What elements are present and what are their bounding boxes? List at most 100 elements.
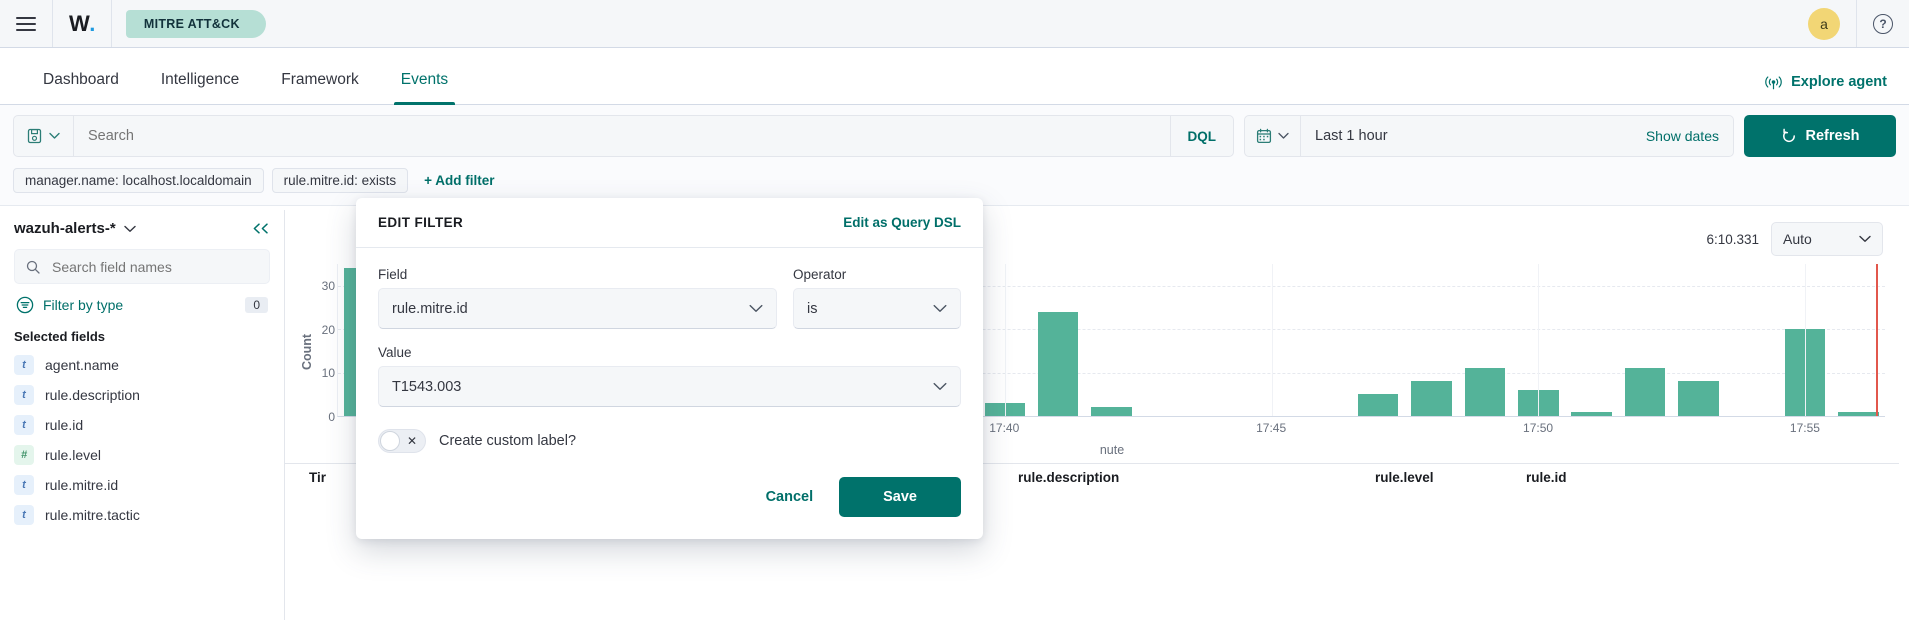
date-range-value[interactable]: Last 1 hour <box>1301 128 1632 144</box>
filter-type-count-badge: 0 <box>245 297 268 313</box>
filter-by-type-button[interactable]: Filter by type 0 <box>14 290 270 320</box>
field-sidebar: wazuh-alerts-* Search field names Filter… <box>0 206 284 620</box>
broadcast-icon <box>1765 75 1782 90</box>
search-input[interactable] <box>74 116 1170 156</box>
help-button[interactable]: ? <box>1857 0 1909 47</box>
saved-query-button[interactable] <box>14 116 74 156</box>
collapse-panel-icon[interactable] <box>251 222 270 235</box>
vertical-grid-line <box>1538 264 1540 416</box>
sidebar-field-rule-id[interactable]: t rule.id <box>14 410 270 440</box>
column-header-rule-id[interactable]: rule.id <box>1526 470 1567 485</box>
index-pattern-header: wazuh-alerts-* <box>14 220 270 237</box>
chart-bar[interactable] <box>1678 381 1719 416</box>
interval-value: Auto <box>1783 231 1812 247</box>
calendar-icon <box>1256 128 1272 144</box>
filter-pill-manager-name[interactable]: manager.name: localhost.localdomain <box>13 168 264 193</box>
field-type-string-icon: t <box>14 475 34 495</box>
save-button[interactable]: Save <box>839 477 961 517</box>
sidebar-field-rule-level[interactable]: # rule.level <box>14 440 270 470</box>
value-select[interactable]: T1543.003 <box>378 366 961 407</box>
show-dates-button[interactable]: Show dates <box>1632 128 1733 144</box>
query-bar: DQL Last 1 hour Show dates <box>0 105 1909 157</box>
field-name: rule.mitre.tactic <box>45 507 140 523</box>
tab-dashboard[interactable]: Dashboard <box>22 71 140 104</box>
tab-framework[interactable]: Framework <box>260 71 380 104</box>
filter-pill-rule-mitre-id[interactable]: rule.mitre.id: exists <box>271 168 409 193</box>
vertical-grid-line <box>1271 264 1273 416</box>
explore-agent-button[interactable]: Explore agent <box>1765 74 1887 104</box>
field-label: Field <box>378 267 408 282</box>
field-search-input[interactable] <box>50 257 258 276</box>
y-axis-tick: 10 <box>321 366 335 381</box>
tab-events[interactable]: Events <box>380 71 469 105</box>
field-type-string-icon: t <box>14 385 34 405</box>
chevron-down-icon <box>1278 132 1289 140</box>
sidebar-field-agent-name[interactable]: t agent.name <box>14 350 270 380</box>
field-name: rule.description <box>45 387 140 403</box>
x-axis-tick: 17:45 <box>1256 421 1287 435</box>
y-axis-tick: 0 <box>328 410 335 424</box>
field-search-box[interactable] <box>14 249 270 284</box>
top-bar-right-group: a ? <box>1792 0 1909 47</box>
add-filter-button[interactable]: + Add filter <box>416 169 502 192</box>
chart-bar[interactable] <box>1838 411 1879 416</box>
y-axis-tick: 20 <box>321 322 335 337</box>
top-chrome-bar: W. MITRE ATT&CK a ? <box>0 0 1909 48</box>
value-group: Value T1543.003 <box>378 345 961 407</box>
chart-bar[interactable] <box>1037 311 1079 416</box>
field-type-number-icon: # <box>14 445 34 465</box>
custom-label-toggle[interactable]: ✕ <box>378 429 426 453</box>
chevron-down-icon[interactable] <box>124 225 136 233</box>
column-header-time[interactable]: Tir <box>309 470 326 485</box>
date-picker: Last 1 hour Show dates <box>1244 115 1734 157</box>
chart-bar[interactable] <box>1357 394 1399 416</box>
refresh-button[interactable]: Refresh <box>1744 115 1896 157</box>
index-pattern-selector[interactable]: wazuh-alerts-* <box>14 220 116 237</box>
chart-bar[interactable] <box>1411 381 1452 416</box>
selected-fields-heading: Selected fields <box>14 329 106 344</box>
edit-filter-popover: EDIT FILTER Edit as Query DSL Field rule… <box>356 198 983 539</box>
operator-label: Operator <box>793 267 847 282</box>
chart-bar[interactable] <box>1571 411 1612 416</box>
custom-label-text: Create custom label? <box>439 433 577 449</box>
field-type-string-icon: t <box>14 505 34 525</box>
filter-by-type-label: Filter by type <box>43 297 124 313</box>
app-tab-mitre-attack[interactable]: MITRE ATT&CK <box>125 9 266 38</box>
chart-bar[interactable] <box>1464 368 1506 416</box>
column-header-rule-level[interactable]: rule.level <box>1375 470 1434 485</box>
question-mark-icon[interactable]: ? <box>1873 13 1893 34</box>
sidebar-field-rule-mitre-id[interactable]: t rule.mitre.id <box>14 470 270 500</box>
brand-logo[interactable]: W. <box>53 0 112 47</box>
chevron-down-icon <box>749 304 763 313</box>
operator-select[interactable]: is <box>793 288 961 329</box>
brand-dot: . <box>89 10 95 36</box>
now-time-marker <box>1876 264 1878 416</box>
custom-label-row: ✕ Create custom label? <box>378 423 961 453</box>
chevron-down-icon <box>49 132 60 140</box>
user-menu-button[interactable]: a <box>1792 0 1857 47</box>
edit-filter-header: EDIT FILTER Edit as Query DSL <box>356 198 983 248</box>
field-select[interactable]: rule.mitre.id <box>378 288 777 329</box>
calendar-quick-select-button[interactable] <box>1245 116 1301 156</box>
interval-select[interactable]: Auto <box>1771 222 1883 256</box>
chevron-down-icon <box>933 304 947 313</box>
avatar[interactable]: a <box>1808 7 1840 40</box>
menu-button[interactable] <box>0 0 53 47</box>
column-header-rule-description[interactable]: rule.description <box>1018 470 1119 485</box>
query-language-button[interactable]: DQL <box>1169 116 1234 156</box>
operator-group: Operator is <box>793 267 961 329</box>
chart-bar[interactable] <box>1624 368 1666 416</box>
field-name: rule.mitre.id <box>45 477 119 493</box>
hamburger-icon[interactable] <box>16 16 36 31</box>
search-icon <box>26 260 40 274</box>
sidebar-field-rule-mitre-tactic[interactable]: t rule.mitre.tactic <box>14 500 270 530</box>
refresh-label: Refresh <box>1805 128 1860 144</box>
y-axis-ticks: 0 10 20 30 <box>305 264 335 424</box>
x-axis-tick: 17:55 <box>1789 421 1820 435</box>
chart-bar[interactable] <box>1091 407 1132 416</box>
tab-intelligence[interactable]: Intelligence <box>140 71 260 104</box>
edit-as-query-dsl-link[interactable]: Edit as Query DSL <box>843 215 961 230</box>
edit-filter-footer: Cancel Save <box>356 459 983 539</box>
cancel-button[interactable]: Cancel <box>750 479 830 515</box>
sidebar-field-rule-description[interactable]: t rule.description <box>14 380 270 410</box>
